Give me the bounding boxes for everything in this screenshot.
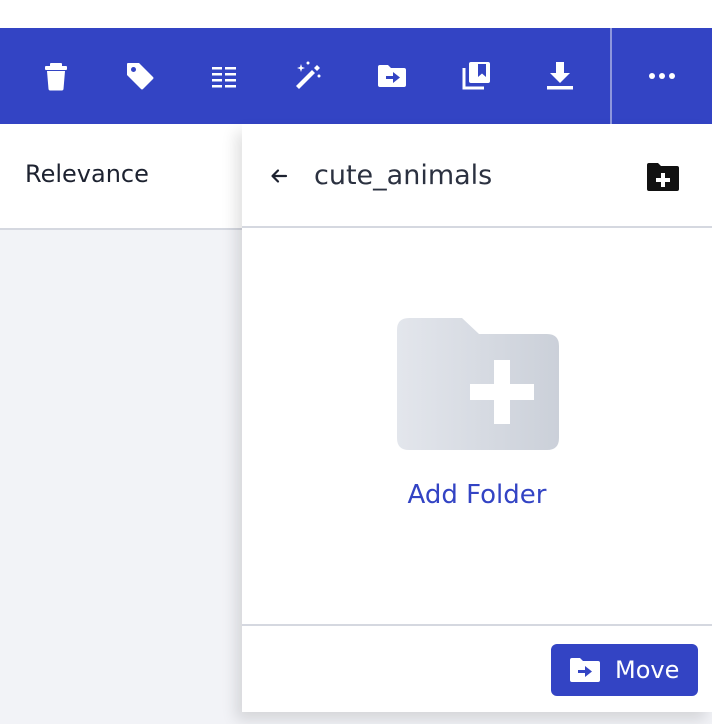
action-toolbar (0, 28, 712, 124)
move-folder-icon (378, 65, 406, 87)
move-button-label: Move (615, 656, 680, 684)
results-pane: Relevance (0, 124, 242, 724)
magic-wand-icon (296, 61, 321, 89)
collections-button[interactable] (452, 52, 500, 100)
folder-list-area: Add Folder (242, 228, 712, 624)
more-icon (649, 73, 675, 79)
details-button[interactable] (200, 52, 248, 100)
move-folder-icon (570, 658, 600, 682)
add-folder-link[interactable]: Add Folder (242, 480, 712, 510)
move-to-folder-panel: cute_animals Add Folder Move (242, 124, 712, 712)
folder-plus-icon[interactable] (645, 160, 681, 194)
sort-dropdown[interactable]: Relevance (25, 160, 149, 188)
move-confirm-button[interactable]: Move (551, 644, 698, 696)
download-button[interactable] (536, 52, 584, 100)
panel-header: cute_animals (242, 124, 712, 228)
more-button[interactable] (638, 52, 686, 100)
sort-bar: Relevance (0, 124, 242, 230)
toolbar-divider (610, 28, 612, 124)
top-bar (0, 0, 712, 28)
tag-button[interactable] (116, 52, 164, 100)
current-folder-title: cute_animals (314, 160, 493, 191)
list-icon (212, 67, 236, 88)
folder-plus-icon[interactable] (397, 318, 559, 450)
magic-edit-button[interactable] (284, 52, 332, 100)
delete-button[interactable] (32, 52, 80, 100)
tag-icon (127, 63, 154, 90)
move-button[interactable] (368, 52, 416, 100)
download-icon (547, 62, 573, 90)
panel-footer: Move (242, 624, 712, 714)
collections-icon (462, 62, 490, 90)
trash-icon (45, 63, 67, 91)
arrow-left-icon[interactable] (266, 162, 294, 190)
